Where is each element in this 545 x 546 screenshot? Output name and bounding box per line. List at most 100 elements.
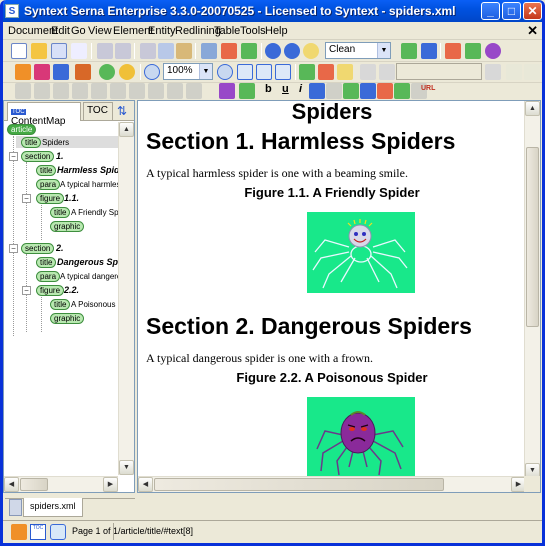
- menu-view[interactable]: View: [88, 25, 112, 37]
- maximize-button[interactable]: □: [502, 2, 521, 20]
- document-canvas[interactable]: Spiders Section 1. Harmless Spiders A ty…: [138, 101, 526, 478]
- table-row-icon[interactable]: [34, 83, 50, 99]
- validate-icon[interactable]: [241, 43, 257, 59]
- cut-icon[interactable]: [140, 43, 156, 59]
- redo-icon[interactable]: [115, 43, 131, 59]
- collapse-icon[interactable]: −: [9, 152, 18, 161]
- undo-icon[interactable]: [97, 43, 113, 59]
- scroll-down-icon[interactable]: ▼: [119, 460, 134, 475]
- poisonous-spider-image[interactable]: [307, 397, 415, 478]
- tree-node-figure[interactable]: figure: [36, 285, 65, 296]
- redline-remove-icon[interactable]: [318, 64, 334, 80]
- comment-edit-icon[interactable]: [379, 64, 395, 80]
- scroll-left-icon[interactable]: ◀: [138, 477, 153, 492]
- table-insert-icon[interactable]: [148, 83, 164, 99]
- rename-element-icon[interactable]: [421, 43, 437, 59]
- menu-go[interactable]: Go: [71, 25, 86, 37]
- table-props-icon[interactable]: [167, 83, 183, 99]
- fit-page-icon[interactable]: [256, 64, 272, 80]
- collapse-icon[interactable]: −: [22, 286, 31, 295]
- scroll-left-icon[interactable]: ◀: [4, 477, 19, 492]
- scroll-up-icon[interactable]: ▲: [119, 122, 134, 137]
- join-element-icon[interactable]: [465, 43, 481, 59]
- ordered-list-icon[interactable]: [360, 83, 376, 99]
- scroll-thumb[interactable]: [154, 478, 444, 491]
- table-border-icon[interactable]: [186, 83, 202, 99]
- tree-node-title[interactable]: title: [36, 165, 57, 176]
- tab-contentmap[interactable]: TOC ContentMap: [7, 102, 81, 127]
- section-para[interactable]: A typical dangerous spider is one with a…: [146, 351, 373, 366]
- bold-button[interactable]: b: [265, 83, 272, 95]
- minimize-button[interactable]: _: [481, 2, 500, 20]
- open-folder-icon[interactable]: [31, 43, 47, 59]
- tree-node-section[interactable]: section: [21, 243, 55, 254]
- redline-icon[interactable]: [299, 64, 315, 80]
- save-icon[interactable]: [51, 43, 67, 59]
- table-merge-icon[interactable]: [110, 83, 126, 99]
- section-heading[interactable]: Section 2. Dangerous Spiders: [146, 313, 472, 340]
- url-button[interactable]: URL: [421, 85, 435, 92]
- menu-edit[interactable]: Edit: [51, 25, 70, 37]
- new-document-icon[interactable]: [11, 43, 27, 59]
- attribute-icon[interactable]: [506, 64, 522, 80]
- scroll-thumb[interactable]: [20, 478, 48, 491]
- flag-icon[interactable]: [34, 64, 50, 80]
- tree-node-title[interactable]: title: [50, 207, 71, 218]
- variable-list-icon[interactable]: [377, 83, 393, 99]
- section-para[interactable]: A typical harmless spider is one with a …: [146, 166, 408, 181]
- at-sign-icon[interactable]: [485, 43, 501, 59]
- tree-node-graphic[interactable]: graphic: [50, 221, 85, 232]
- zoom-select[interactable]: 100% ▼: [163, 63, 213, 80]
- split-element-icon[interactable]: [445, 43, 461, 59]
- insert-object-icon[interactable]: [239, 83, 255, 99]
- back-icon[interactable]: [75, 64, 91, 80]
- tree-node-title[interactable]: title: [50, 299, 71, 310]
- spellcheck-icon[interactable]: [221, 43, 237, 59]
- tree-node-graphic[interactable]: graphic: [50, 313, 85, 324]
- table-cell-icon[interactable]: [72, 83, 88, 99]
- binoculars-icon[interactable]: [201, 43, 217, 59]
- tab-spiders-xml[interactable]: spiders.xml: [23, 498, 83, 517]
- numbered-list-icon[interactable]: [343, 83, 359, 99]
- collapse-icon[interactable]: −: [9, 244, 18, 253]
- tree-node-title[interactable]: title: [36, 257, 57, 268]
- scroll-thumb[interactable]: [526, 147, 539, 327]
- main-horizontal-scrollbar[interactable]: ◀ ▶: [138, 476, 526, 492]
- figure-title[interactable]: Figure 1.1. A Friendly Spider: [138, 185, 526, 200]
- collapse-icon[interactable]: −: [22, 194, 31, 203]
- itemized-list-icon[interactable]: [394, 83, 410, 99]
- zoom-in-icon[interactable]: [217, 64, 233, 80]
- tree-node-title[interactable]: title: [21, 137, 42, 148]
- table-column-icon[interactable]: [53, 83, 69, 99]
- menu-entity[interactable]: Entity: [148, 25, 176, 37]
- document-close-icon[interactable]: ✕: [527, 23, 538, 39]
- section-heading[interactable]: Section 1. Harmless Spiders: [146, 128, 455, 155]
- table-icon[interactable]: [15, 83, 31, 99]
- mark-icon[interactable]: [99, 64, 115, 80]
- title-bar[interactable]: S Syntext Serna Enterprise 3.3.0-2007052…: [3, 0, 542, 22]
- list-icon[interactable]: [326, 83, 342, 99]
- fit-width-icon[interactable]: [237, 64, 253, 80]
- left-vertical-scrollbar[interactable]: ▲ ▼: [118, 122, 134, 475]
- table-split-icon[interactable]: [129, 83, 145, 99]
- close-button[interactable]: ✕: [523, 2, 542, 20]
- style-select[interactable]: Clean ▼: [325, 42, 391, 59]
- menu-help[interactable]: Help: [265, 25, 288, 37]
- tree-node-section[interactable]: section: [21, 151, 55, 162]
- scroll-up-icon[interactable]: ▲: [525, 101, 540, 116]
- structure-icon[interactable]: [11, 524, 27, 540]
- fit-height-icon[interactable]: [275, 64, 291, 80]
- tips-icon[interactable]: [303, 43, 319, 59]
- emphasis-icon[interactable]: [309, 83, 325, 99]
- circle-icon[interactable]: [119, 64, 135, 80]
- next-icon[interactable]: [53, 64, 69, 80]
- whats-this-icon[interactable]: [284, 43, 300, 59]
- left-horizontal-scrollbar[interactable]: ◀ ▶: [4, 476, 118, 492]
- document-title[interactable]: Spiders: [138, 101, 526, 125]
- toc-icon[interactable]: TOC: [30, 524, 46, 540]
- friendly-spider-image[interactable]: [307, 212, 415, 293]
- help-icon[interactable]: [265, 43, 281, 59]
- tree-node-para[interactable]: para: [36, 179, 61, 190]
- table-delete-icon[interactable]: [91, 83, 107, 99]
- paste-icon[interactable]: [176, 43, 192, 59]
